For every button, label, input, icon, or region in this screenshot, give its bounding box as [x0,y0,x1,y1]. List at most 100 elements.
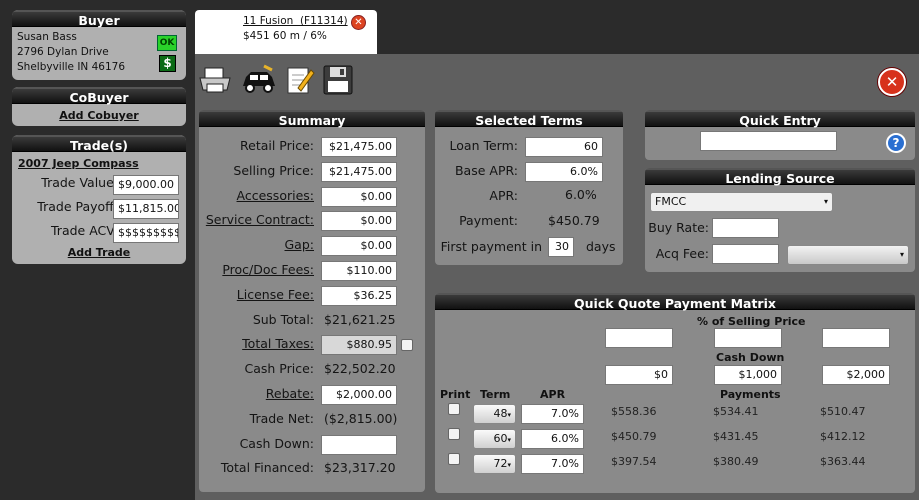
summary-label-9: Cash Price: [244,361,314,376]
summary-label-3[interactable]: Service Contract: [206,212,314,227]
print-checkbox-0[interactable] [448,403,460,415]
loan-term-input[interactable]: 60 [525,137,603,157]
cash-down-input-1[interactable]: $0 [605,365,673,385]
print-checkbox-1[interactable] [448,428,460,440]
pct-input-2[interactable] [714,328,782,348]
term-value: 48 [493,407,508,420]
cash-down-input-2[interactable]: $1,000 [714,365,782,385]
term-select-1[interactable]: 60▾ [473,429,516,449]
credit-ok-badge[interactable]: OK [157,35,177,51]
print-checkbox-2[interactable] [448,453,460,465]
buyer-name: Susan Bass [17,31,77,43]
close-tab-icon[interactable]: ✕ [351,15,366,30]
acq-fee-input[interactable] [712,244,779,264]
buy-rate-label: Buy Rate: [648,220,709,235]
summary-label-13: Total Financed: [220,460,314,475]
add-trade-link[interactable]: Add Trade [12,246,186,259]
payment-cell-0-1: $534.41 [713,405,759,418]
summary-value-12[interactable] [321,435,397,455]
printer-icon[interactable] [197,64,233,96]
selected-terms-title: Selected Terms [435,110,623,128]
payment-cell-1-1: $431.45 [713,430,759,443]
term-select-0[interactable]: 48▾ [473,404,516,424]
cash-down-input-3[interactable]: $2,000 [822,365,890,385]
payments-label: Payments [720,388,781,401]
summary-label-4[interactable]: Gap: [285,237,315,252]
summary-label-10[interactable]: Rebate: [266,386,314,401]
days-label: days [586,239,616,254]
pct-selling-price-label: % of Selling Price [697,315,806,328]
chevron-down-icon: ▾ [823,197,828,206]
car-icon[interactable] [240,64,278,96]
buyer-address-line1: 2796 Dylan Drive [17,46,109,58]
chevron-down-icon: ▾ [899,250,904,259]
acq-fee-type-select[interactable]: ▾ [787,245,909,265]
payment-matrix-title: Quick Quote Payment Matrix [435,293,915,311]
summary-label-7: Sub Total: [252,312,314,327]
cash-down-label: Cash Down [716,351,785,364]
summary-label-2[interactable]: Accessories: [237,188,314,203]
buy-rate-input[interactable] [712,218,779,238]
summary-label-0: Retail Price: [240,138,314,153]
deal-tab[interactable]: 11 Fusion (F11314) $451 60 m / 6% ✕ [195,10,377,54]
summary-value-3[interactable]: $0.00 [321,211,397,231]
trade-vehicle-link[interactable]: 2007 Jeep Compass [18,157,139,170]
summary-title: Summary [199,110,425,128]
buyer-panel: Buyer Susan Bass 2796 Dylan Drive Shelby… [12,10,186,80]
first-payment-days-input[interactable]: 30 [548,237,574,257]
print-column-header: Print [440,388,471,401]
summary-value-8[interactable]: $880.95 [321,335,397,355]
apr-input-1[interactable]: 6.0% [521,429,584,449]
payment-cell-1-0: $450.79 [611,430,657,443]
payment-label: Payment: [459,213,518,228]
term-value: 60 [493,432,508,445]
summary-value-5[interactable]: $110.00 [321,261,397,281]
chevron-down-icon: ▾ [507,411,511,419]
apr-input-2[interactable]: 7.0% [521,454,584,474]
apr-input-0[interactable]: 7.0% [521,404,584,424]
close-deal-icon[interactable]: ✕ [878,68,906,96]
summary-value-10[interactable]: $2,000.00 [321,385,397,405]
lending-source-value: FMCC [655,195,687,208]
summary-value-4[interactable]: $0.00 [321,236,397,256]
summary-label-6[interactable]: License Fee: [237,287,314,302]
summary-label-1: Selling Price: [233,163,314,178]
pct-input-1[interactable] [605,328,673,348]
summary-value-2[interactable]: $0.00 [321,187,397,207]
dollar-icon[interactable]: $ [159,55,176,72]
payment-cell-2-0: $397.54 [611,455,657,468]
deal-tab-title: 11 Fusion (F11314) [243,15,348,27]
notepad-icon[interactable] [284,64,316,96]
trade-acv-input[interactable]: $$$$$$$$$ [113,223,179,243]
base-apr-input[interactable]: 6.0% [525,162,603,182]
trade-payoff-input[interactable]: $11,815.00 [113,199,179,219]
summary-value-0[interactable]: $21,475.00 [321,137,397,157]
pct-input-3[interactable] [822,328,890,348]
term-select-2[interactable]: 72▾ [473,454,516,474]
summary-value-1[interactable]: $21,475.00 [321,162,397,182]
deal-tab-subtitle: $451 60 m / 6% [243,30,327,42]
quick-entry-input[interactable] [700,131,837,151]
chevron-down-icon: ▾ [507,436,511,444]
summary-label-5[interactable]: Proc/Doc Fees: [222,262,314,277]
acq-fee-label: Acq Fee: [655,246,709,261]
help-icon[interactable]: ? [886,133,906,153]
buyer-title: Buyer [12,10,186,28]
cobuyer-title: CoBuyer [12,87,186,105]
chevron-down-icon: ▾ [507,461,511,469]
summary-label-8[interactable]: Total Taxes: [242,336,314,351]
tax-override-checkbox[interactable] [401,339,413,351]
cobuyer-panel: CoBuyer Add Cobuyer [12,87,186,126]
lending-source-select[interactable]: FMCC ▾ [650,192,833,212]
lending-source-panel: Lending Source FMCC ▾ Buy Rate: Acq Fee:… [645,168,915,272]
summary-label-11: Trade Net: [249,411,314,426]
quick-entry-title: Quick Entry [645,110,915,128]
trade-acv-label: Trade ACV: [51,223,118,238]
term-column-header: Term [480,388,511,401]
trade-value-input[interactable]: $9,000.00 [113,175,179,195]
payment-cell-2-1: $380.49 [713,455,759,468]
summary-value-6[interactable]: $36.25 [321,286,397,306]
save-icon[interactable] [322,64,354,96]
add-cobuyer-link[interactable]: Add Cobuyer [12,109,186,122]
loan-term-label: Loan Term: [449,138,518,153]
